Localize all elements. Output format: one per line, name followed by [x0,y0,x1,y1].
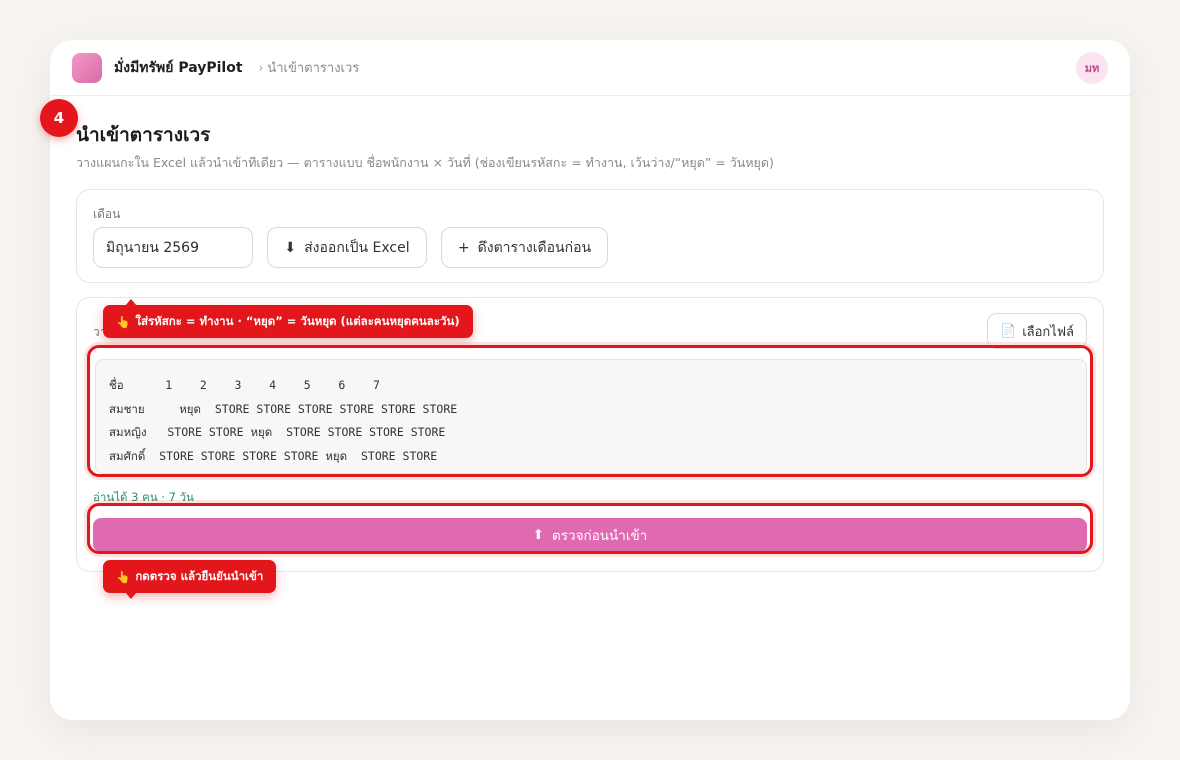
check-before-import-label: ตรวจก่อนนำเข้า [552,528,648,544]
tooltip-confirm-import: 👆 กดตรวจ แล้วยืนยันนำเข้า [103,560,277,599]
app-name: มั่งมีทรัพย์ PayPilot [114,59,243,76]
avatar[interactable]: มท [1076,51,1108,84]
check-before-import-button[interactable]: ⬆ ตรวจก่อนนำเข้า [93,518,1087,552]
export-excel-button[interactable]: ⬇ ส่งออกเป็น Excel [267,227,427,268]
app-logo [72,52,102,83]
breadcrumb: › นำเข้าตารางเวร [259,57,360,78]
top-bar: มั่งมีทรัพย์ PayPilot › นำเข้าตารางเวร ม… [50,40,1130,96]
tooltip-confirm-import-text: กดตรวจ แล้วยืนยันนำเข้า [135,568,264,583]
download-icon: ⬇ [284,239,297,256]
chevron-right-icon: › [258,60,264,75]
month-label: เดือน [93,207,121,221]
month-input[interactable] [93,227,253,268]
pull-previous-month-button[interactable]: + ดึงตารางเดือนก่อน [441,227,608,268]
schedule-paste-area[interactable]: ชื่อ 1 2 3 4 5 6 7 สมชาย หยุด STORE STOR… [95,359,1087,474]
upload-icon: ⬆ [532,527,545,543]
breadcrumb-current: นำเข้าตารางเวร [267,61,360,76]
page-title: นำเข้าตารางเวร [76,124,211,146]
choose-file-button[interactable]: 📄 เลือกไฟล์ [987,313,1087,349]
parse-status: อ่านได้ 3 คน · 7 วัน [93,490,194,504]
tooltip-shift-codes: 👆 ใส่รหัสกะ = ทำงาน · “หยุด” = วันหยุด (… [103,299,473,338]
tooltip-shift-codes-text: ใส่รหัสกะ = ทำงาน · “หยุด” = วันหยุด (แต… [135,313,460,328]
plus-icon: + [457,239,470,256]
choose-file-label: เลือกไฟล์ [1022,324,1074,340]
export-excel-label: ส่งออกเป็น Excel [304,239,410,256]
pointer-icon: 👆 [116,314,131,329]
file-icon: 📄 [1000,323,1017,339]
page-subtitle: วางแผนกะใน Excel แล้วนำเข้าทีเดียว — ตาร… [76,155,774,170]
pull-previous-month-label: ดึงตารางเดือนก่อน [477,239,592,256]
pointer-icon: 👆 [116,569,131,584]
step-badge: 4 [40,99,78,137]
